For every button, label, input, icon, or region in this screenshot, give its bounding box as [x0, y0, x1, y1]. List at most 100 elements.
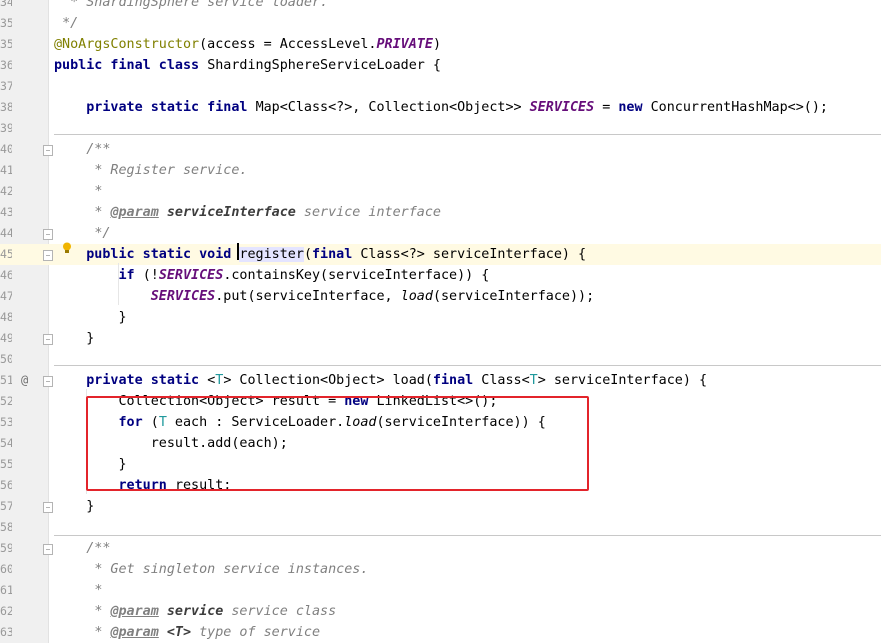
- line-number: 48: [0, 310, 12, 324]
- line-number: 55: [0, 457, 12, 471]
- line-number: 37: [0, 79, 12, 93]
- code-line[interactable]: 56 return result;: [0, 475, 881, 496]
- line-number: 60: [0, 562, 12, 576]
- code-line[interactable]: 55 }: [0, 454, 881, 475]
- code-line[interactable]: 52 Collection<Object> result = new Linke…: [0, 391, 881, 412]
- line-number: 42: [0, 184, 12, 198]
- line-number: 53: [0, 415, 12, 429]
- code-line[interactable]: 45 public static void register(final Cla…: [0, 244, 881, 265]
- code-text: private static final Map<Class<?>, Colle…: [86, 100, 828, 115]
- code-text: * @param service service class: [94, 604, 337, 619]
- line-number: 45: [0, 247, 12, 261]
- fold-toggle-icon[interactable]: [43, 376, 53, 387]
- code-line[interactable]: 40 /**: [0, 139, 881, 160]
- code-text: */: [94, 226, 111, 241]
- code-line[interactable]: 34 * ShardingSphere service loader.: [0, 0, 881, 13]
- code-line[interactable]: 39: [0, 118, 881, 139]
- line-number: 54: [0, 436, 12, 450]
- line-number: 43: [0, 205, 12, 219]
- line-number: 58: [0, 520, 12, 534]
- fold-toggle-icon[interactable]: [43, 334, 53, 345]
- code-line[interactable]: 49 }: [0, 328, 881, 349]
- line-number: 50: [0, 352, 12, 366]
- code-text: }: [54, 499, 95, 514]
- code-text: for (T each : ServiceLoader.load(service…: [118, 415, 546, 430]
- code-line[interactable]: 53 for (T each : ServiceLoader.load(serv…: [0, 412, 881, 433]
- code-text: * Get singleton service instances.: [94, 562, 369, 577]
- override-marker-icon[interactable]: @: [21, 370, 28, 391]
- code-line[interactable]: 60 * Get singleton service instances.: [0, 559, 881, 580]
- code-text: * @param serviceInterface service interf…: [94, 205, 441, 220]
- code-text: public static void register(final Class<…: [86, 247, 587, 262]
- code-text: private static <T> Collection<Object> lo…: [86, 373, 708, 388]
- code-line[interactable]: 38 private static final Map<Class<?>, Co…: [0, 97, 881, 118]
- code-text: }: [54, 331, 95, 346]
- code-text: }: [54, 310, 127, 325]
- line-number: 51: [0, 373, 12, 387]
- code-line[interactable]: 61 *: [0, 580, 881, 601]
- code-line[interactable]: 63 * @param <T> type of service: [0, 622, 881, 643]
- line-number: 36: [0, 58, 12, 72]
- code-text: result.add(each);: [54, 436, 288, 451]
- indent-guide: [86, 389, 87, 494]
- fold-toggle-icon[interactable]: [43, 250, 53, 261]
- fold-toggle-icon[interactable]: [43, 502, 53, 513]
- code-text: * @param <T> type of service: [94, 625, 321, 640]
- text-caret: [237, 243, 239, 260]
- line-number: 40: [0, 142, 12, 156]
- code-text: /**: [86, 541, 111, 556]
- code-text: /**: [86, 142, 111, 157]
- code-line[interactable]: 35 @NoArgsConstructor(access = AccessLeve…: [0, 34, 881, 55]
- method-separator: [54, 535, 881, 536]
- method-separator: [54, 134, 881, 135]
- code-text: SERVICES.put(serviceInterface, load(serv…: [150, 289, 595, 304]
- code-text: if (!SERVICES.containsKey(serviceInterfa…: [118, 268, 490, 283]
- code-line[interactable]: 42 *: [0, 181, 881, 202]
- line-number: 34: [0, 0, 12, 9]
- code-line[interactable]: 44 */: [0, 223, 881, 244]
- code-line[interactable]: 47 SERVICES.put(serviceInterface, load(s…: [0, 286, 881, 307]
- code-line[interactable]: 36 public final class ShardingSphereServi…: [0, 55, 881, 76]
- fold-toggle-icon[interactable]: [43, 544, 53, 555]
- code-text: * ShardingSphere service loader.: [70, 0, 329, 10]
- line-number: 35: [0, 37, 12, 51]
- lightbulb-icon[interactable]: [61, 242, 73, 254]
- line-number: 35: [0, 16, 12, 30]
- line-number: 47: [0, 289, 12, 303]
- code-line[interactable]: 57 }: [0, 496, 881, 517]
- code-text: return result;: [118, 478, 232, 493]
- indent-guide: [118, 263, 119, 305]
- code-text: Collection<Object> result = new LinkedLi…: [54, 394, 498, 409]
- code-line[interactable]: 37: [0, 76, 881, 97]
- code-line[interactable]: 43 * @param serviceInterface service int…: [0, 202, 881, 223]
- code-line[interactable]: 41 * Register service.: [0, 160, 881, 181]
- code-line[interactable]: 54 result.add(each);: [0, 433, 881, 454]
- code-line[interactable]: 51 @ private static <T> Collection<Object…: [0, 370, 881, 391]
- line-number: 46: [0, 268, 12, 282]
- line-number: 56: [0, 478, 12, 492]
- line-number: 63: [0, 625, 12, 639]
- code-line[interactable]: 35 */: [0, 13, 881, 34]
- line-number: 52: [0, 394, 12, 408]
- method-separator: [54, 365, 881, 366]
- line-number: 57: [0, 499, 12, 513]
- code-text: * Register service.: [94, 163, 248, 178]
- line-number: 61: [0, 583, 12, 597]
- code-line[interactable]: 59 /**: [0, 538, 881, 559]
- line-number: 38: [0, 100, 12, 114]
- code-text: @NoArgsConstructor(access = AccessLevel.…: [54, 37, 441, 52]
- code-line[interactable]: 46 if (!SERVICES.containsKey(serviceInte…: [0, 265, 881, 286]
- line-number: 41: [0, 163, 12, 177]
- code-text: *: [94, 583, 103, 598]
- fold-toggle-icon[interactable]: [43, 145, 53, 156]
- line-number: 44: [0, 226, 12, 240]
- code-line[interactable]: 48 }: [0, 307, 881, 328]
- code-text: */: [62, 16, 79, 31]
- code-text: }: [54, 457, 127, 472]
- line-number: 59: [0, 541, 12, 555]
- code-line[interactable]: 62 * @param service service class: [0, 601, 881, 622]
- line-number: 49: [0, 331, 12, 345]
- code-line[interactable]: 50: [0, 349, 881, 370]
- fold-toggle-icon[interactable]: [43, 229, 53, 240]
- line-number: 62: [0, 604, 12, 618]
